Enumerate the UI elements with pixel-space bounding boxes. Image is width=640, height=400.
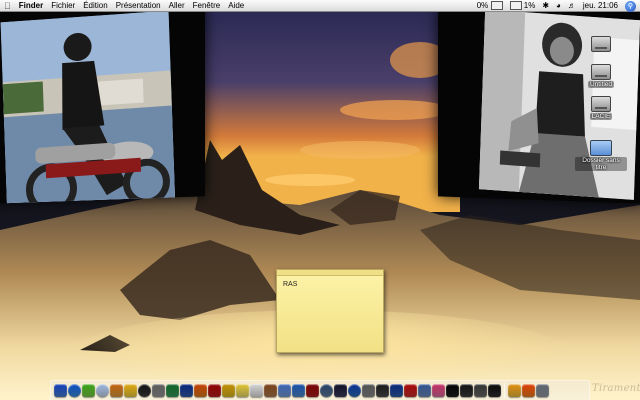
folder-icon (590, 140, 612, 156)
signature-watermark: Tiramente (592, 383, 640, 394)
vlc-icon[interactable] (522, 384, 535, 397)
finder-icon[interactable] (54, 384, 67, 397)
illustrator-icon[interactable] (194, 384, 207, 397)
spider-icon[interactable] (488, 384, 501, 397)
bluetooth-icon[interactable]: ✱ (542, 0, 549, 12)
desktop-icon-label: LACIE (589, 113, 613, 120)
stickies-icon[interactable] (236, 384, 249, 397)
itunes-icon[interactable] (96, 384, 109, 397)
fireworks-icon[interactable] (222, 384, 235, 397)
wifi-icon[interactable]: ◕ (556, 0, 561, 12)
menu-fenetre[interactable]: Fenêtre (193, 0, 221, 12)
desktop-icon-label: Dossier sans titre (575, 157, 627, 171)
archive-icon[interactable] (474, 384, 487, 397)
battery-status[interactable]: 1% (509, 0, 536, 12)
monitor-icon[interactable] (460, 384, 473, 397)
imovie-icon[interactable] (110, 384, 123, 397)
system-preferences-icon[interactable] (152, 384, 165, 397)
ichat-icon[interactable] (82, 384, 95, 397)
dock (50, 380, 590, 400)
iphoto-icon[interactable] (292, 384, 305, 397)
cpu-meter[interactable]: 0% (477, 0, 503, 12)
menu-aide[interactable]: Aide (228, 0, 244, 12)
color-icon[interactable] (432, 384, 445, 397)
photo-panel-left (0, 4, 205, 204)
menu-edition[interactable]: Édition (83, 0, 107, 12)
dreamweaver-icon[interactable] (166, 384, 179, 397)
pen-icon[interactable] (376, 384, 389, 397)
menu-fichier[interactable]: Fichier (51, 0, 75, 12)
flash-icon[interactable] (208, 384, 221, 397)
preview-icon[interactable] (418, 384, 431, 397)
address-book-icon[interactable] (264, 384, 277, 397)
cpu-value: 0% (476, 1, 489, 10)
safari-icon[interactable] (68, 384, 81, 397)
globe-icon[interactable] (348, 384, 361, 397)
terminal-icon[interactable] (446, 384, 459, 397)
spotlight-icon[interactable]: ⚲ (625, 0, 636, 12)
menu-presentation[interactable]: Présentation (116, 0, 161, 12)
calendar-icon[interactable] (404, 384, 417, 397)
volume-icon[interactable]: ♬ (568, 0, 576, 12)
trash-icon[interactable] (536, 384, 549, 397)
desktop-folder-untitled[interactable]: Dossier sans titre (575, 140, 627, 171)
menu-aller[interactable]: Aller (169, 0, 185, 12)
acrobat-icon[interactable] (306, 384, 319, 397)
desktop-disk-lacie[interactable]: LACIE (575, 96, 627, 120)
dashboard-icon[interactable] (138, 384, 151, 397)
mail-icon[interactable] (278, 384, 291, 397)
photoshop-icon[interactable] (180, 384, 193, 397)
sun-icon[interactable] (508, 384, 521, 397)
clock[interactable]: jeu. 21:06 (583, 0, 618, 12)
utilities-icon[interactable] (362, 384, 375, 397)
duck-icon[interactable] (124, 384, 137, 397)
network-icon[interactable] (320, 384, 333, 397)
battery-icon (509, 1, 522, 11)
battery-value: 1% (523, 1, 536, 10)
menu-finder[interactable]: Finder (19, 0, 43, 12)
sticky-text[interactable]: RAS (277, 276, 383, 293)
menu-bar:  Finder Fichier Édition Présentation Al… (0, 0, 640, 12)
apple-icon[interactable]:  (4, 0, 11, 12)
sticky-note[interactable]: RAS (276, 269, 384, 353)
hard-disk-icon (591, 36, 611, 52)
desktop-disk-untitled[interactable]: Untitled (575, 64, 627, 88)
desktop-disk-1[interactable] (575, 36, 627, 60)
textedit-icon[interactable] (250, 384, 263, 397)
radio-icon[interactable] (334, 384, 347, 397)
hard-disk-icon (591, 96, 611, 112)
app-store-icon[interactable] (390, 384, 403, 397)
desktop-icon-label: Untitled (587, 81, 615, 88)
cpu-bar-icon (490, 1, 503, 11)
motorcycle-photo (0, 10, 176, 204)
dock-separator (504, 383, 505, 398)
hard-disk-icon (591, 64, 611, 80)
